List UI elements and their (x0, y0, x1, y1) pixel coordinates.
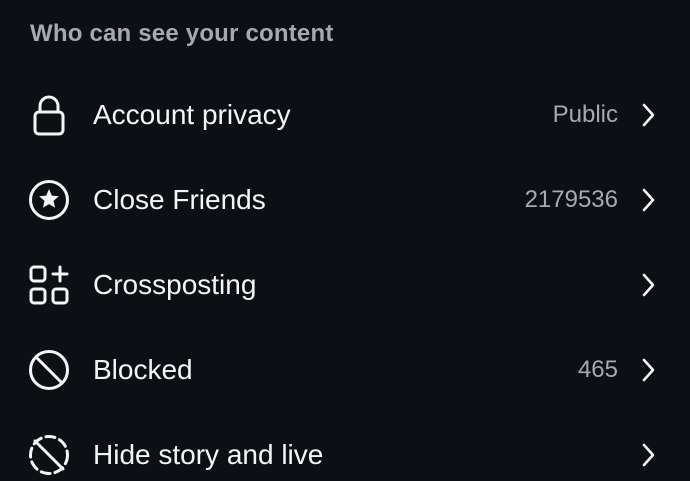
close-friends-row[interactable]: Close Friends 2179536 (0, 158, 690, 242)
account-privacy-label: Account privacy (93, 99, 291, 130)
close-friends-label: Close Friends (93, 184, 266, 215)
close-friends-count: 2179536 (524, 186, 618, 213)
hide-story-label: Hide story and live (93, 439, 324, 470)
account-privacy-row[interactable]: Account privacy Public (0, 73, 690, 157)
blocked-icon (27, 348, 71, 392)
add-grid-icon (27, 263, 71, 307)
chevron-right-icon (638, 442, 658, 468)
chevron-right-icon (638, 102, 658, 128)
section-title: Who can see your content (30, 20, 334, 47)
star-circle-icon (27, 178, 71, 222)
chevron-right-icon (638, 357, 658, 383)
crossposting-row[interactable]: Crossposting (0, 243, 690, 327)
blocked-count: 465 (577, 356, 618, 383)
blocked-label: Blocked (93, 354, 193, 385)
hide-story-row[interactable]: Hide story and live (0, 413, 690, 481)
blocked-row[interactable]: Blocked 465 (0, 328, 690, 412)
lock-icon (27, 93, 71, 137)
chevron-right-icon (638, 272, 658, 298)
crossposting-label: Crossposting (93, 269, 257, 300)
chevron-right-icon (638, 187, 658, 213)
account-privacy-value: Public (552, 101, 618, 128)
hide-story-icon (27, 433, 71, 477)
